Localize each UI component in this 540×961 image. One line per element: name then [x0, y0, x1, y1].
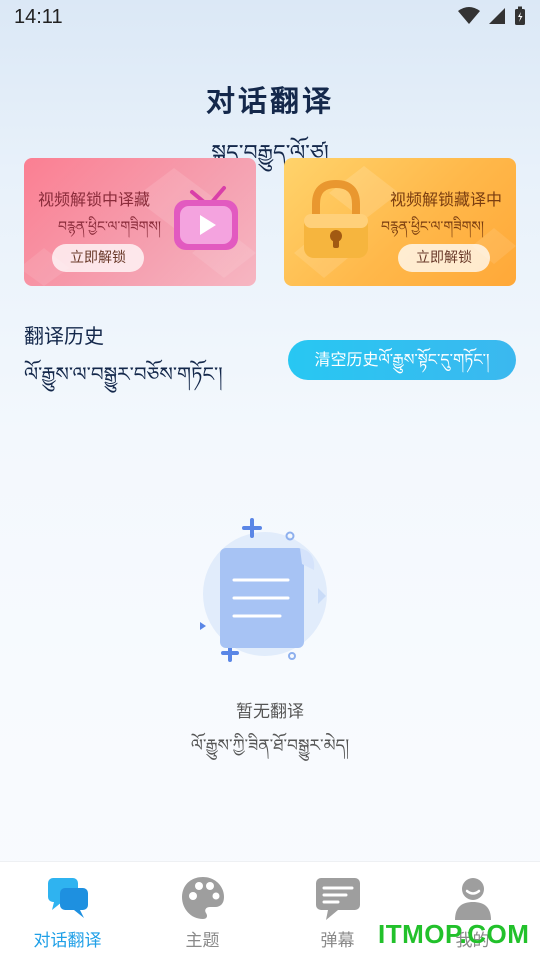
- unlock-button[interactable]: 立即解锁: [398, 244, 490, 272]
- tv-play-icon: [174, 186, 238, 250]
- card-title: 视频解锁中译藏: [38, 190, 151, 209]
- video-unlock-zh-to-bo-card[interactable]: 视频解锁中译藏 བརྙན་ཕྱིང་ལ་གཟིགས། 立即解锁: [24, 158, 256, 286]
- chat-bubbles-icon: [48, 878, 88, 918]
- unlock-button[interactable]: 立即解锁: [52, 244, 144, 272]
- empty-state-subtext: ལོ་རྒྱུས་ཀྱི་ཟིན་ཐོ་བསྒྱུར་མེད།: [190, 736, 350, 756]
- wifi-icon: [458, 7, 480, 24]
- status-time: 14:11: [14, 6, 63, 28]
- nav-label: 对话翻译: [33, 931, 102, 951]
- signal-icon: [489, 8, 505, 24]
- history-title: 翻译历史: [24, 324, 104, 348]
- card-title: 视频解锁藏译中: [389, 190, 502, 209]
- nav-label: 主题: [185, 931, 220, 951]
- watermark: ITMOP.COM: [378, 919, 530, 949]
- page-title: 对话翻译: [205, 84, 334, 118]
- battery-icon: [515, 6, 525, 25]
- video-unlock-bo-to-zh-card[interactable]: 视频解锁藏译中 བརྙན་ཕྱིང་ལ་གཟིགས། 立即解锁: [284, 158, 516, 286]
- palette-icon: [182, 877, 224, 919]
- nav-item-dialogue-translate[interactable]: 对话翻译: [0, 862, 135, 961]
- empty-state-text: 暂无翻译: [236, 702, 304, 722]
- clear-history-button[interactable]: 清空历史ལོ་རྒྱུས་སྟོང་དུ་གཏོང་།: [288, 340, 516, 380]
- person-icon: [455, 878, 491, 920]
- danmaku-icon: [316, 878, 360, 920]
- empty-document-icon: [200, 518, 327, 662]
- history-subtitle: ལོ་རྒྱུས་ལ་བསྒྱུར་བཅོས་གཏོང་།: [24, 362, 223, 386]
- padlock-icon: [304, 179, 368, 258]
- status-icons: [458, 6, 526, 26]
- nav-item-theme[interactable]: 主题: [135, 862, 270, 961]
